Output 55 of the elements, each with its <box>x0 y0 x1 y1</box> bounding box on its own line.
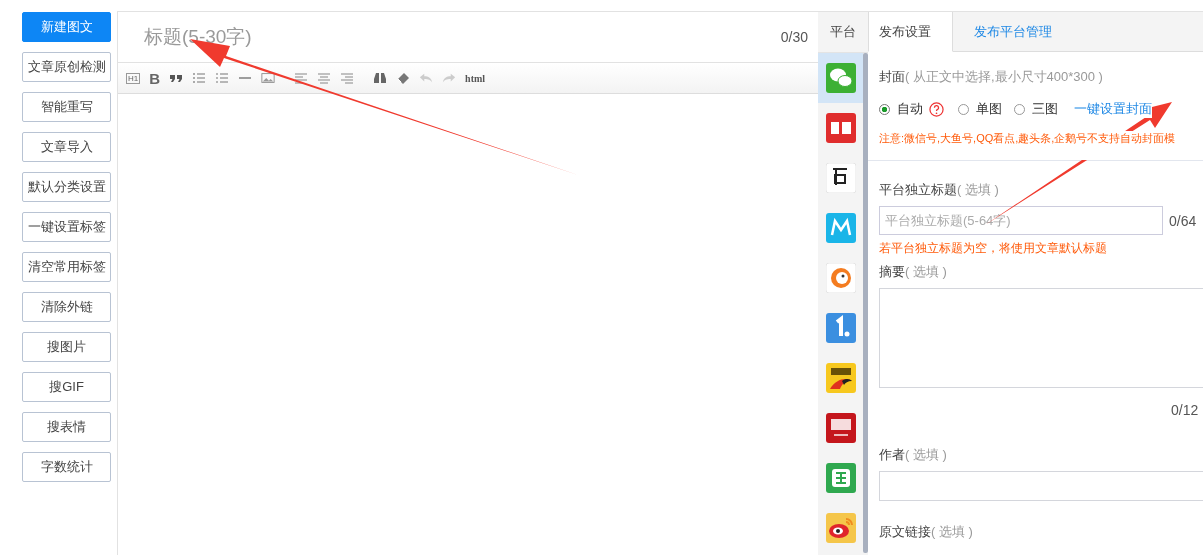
action-button[interactable]: 文章原创检测 <box>22 52 111 82</box>
summary-counter: 0/12 <box>1171 402 1200 418</box>
action-button[interactable]: 搜图片 <box>22 332 111 362</box>
bullet-list-icon[interactable] <box>215 71 230 85</box>
bold-button[interactable]: B <box>149 69 161 87</box>
radio-label: 自动 <box>897 100 923 118</box>
ordered-list-icon[interactable] <box>192 71 207 85</box>
summary-field[interactable] <box>879 288 1203 388</box>
align-left-icon[interactable] <box>294 71 309 85</box>
radio-option[interactable]: 单图 <box>958 100 1002 118</box>
action-button[interactable]: 清空常用标签 <box>22 252 111 282</box>
help-icon[interactable] <box>929 101 944 117</box>
field-hint: ( 从正文中选择,最小尺寸400*300 ) <box>905 69 1103 84</box>
html-button[interactable]: html <box>465 72 486 84</box>
field-hint: ( 选填 ) <box>931 524 973 539</box>
field-hint: ( 选填 ) <box>905 264 947 279</box>
notice-text: 注意:微信号,大鱼号,QQ看点,趣头条,企鹅号不支持自动封面模 <box>879 131 1176 160</box>
image-icon[interactable] <box>261 71 276 85</box>
action-button[interactable]: 文章导入 <box>22 132 111 162</box>
field-label: 原文链接 <box>879 524 931 539</box>
action-button[interactable]: 一键设置标签 <box>22 212 111 242</box>
align-center-icon[interactable] <box>317 71 332 85</box>
platform-title-field[interactable]: 平台独立标题(5-64字) <box>879 206 1163 235</box>
field-label: 摘要 <box>879 264 905 279</box>
binoculars-icon[interactable] <box>373 71 388 85</box>
set-cover-link[interactable]: 一键设置封面 <box>1074 100 1152 118</box>
action-button[interactable]: 搜表情 <box>22 412 111 442</box>
title-counter: 0/30 <box>780 29 808 45</box>
settings-tab[interactable]: 发布平台管理 <box>953 12 1064 52</box>
author-field[interactable] <box>879 471 1203 501</box>
action-button[interactable]: 默认分类设置 <box>22 172 111 202</box>
redo-icon[interactable] <box>442 71 457 85</box>
align-right-icon[interactable] <box>340 71 355 85</box>
field-hint: ( 选填 ) <box>957 182 999 197</box>
radio-option[interactable]: 自动 <box>879 100 923 118</box>
eraser-icon[interactable] <box>396 71 411 85</box>
field-hint: ( 选填 ) <box>905 447 947 462</box>
field-label: 封面 <box>879 69 905 84</box>
action-button[interactable]: 字数统计 <box>22 452 111 482</box>
field-label: 平台独立标题 <box>879 182 957 197</box>
scrollbar[interactable] <box>863 53 868 553</box>
action-button[interactable]: 智能重写 <box>22 92 111 122</box>
field-label: 作者 <box>879 447 905 462</box>
action-button[interactable]: 清除外链 <box>22 292 111 322</box>
platform-title-counter: 0/64 <box>1169 212 1197 229</box>
action-button[interactable]: 搜GIF <box>22 372 111 402</box>
heading-button[interactable]: H1 <box>126 72 141 84</box>
action-button[interactable]: 新建图文 <box>22 12 111 42</box>
settings-tab[interactable]: 发布设置 <box>868 12 953 52</box>
radio-circle[interactable] <box>879 103 890 115</box>
title-note: 若平台独立标题为空，将使用文章默认标题 <box>879 240 1108 257</box>
radio-label: 三图 <box>1032 100 1058 118</box>
radio-label: 单图 <box>976 100 1002 118</box>
undo-icon[interactable] <box>419 71 434 85</box>
radio-option[interactable]: 三图 <box>1014 100 1058 118</box>
